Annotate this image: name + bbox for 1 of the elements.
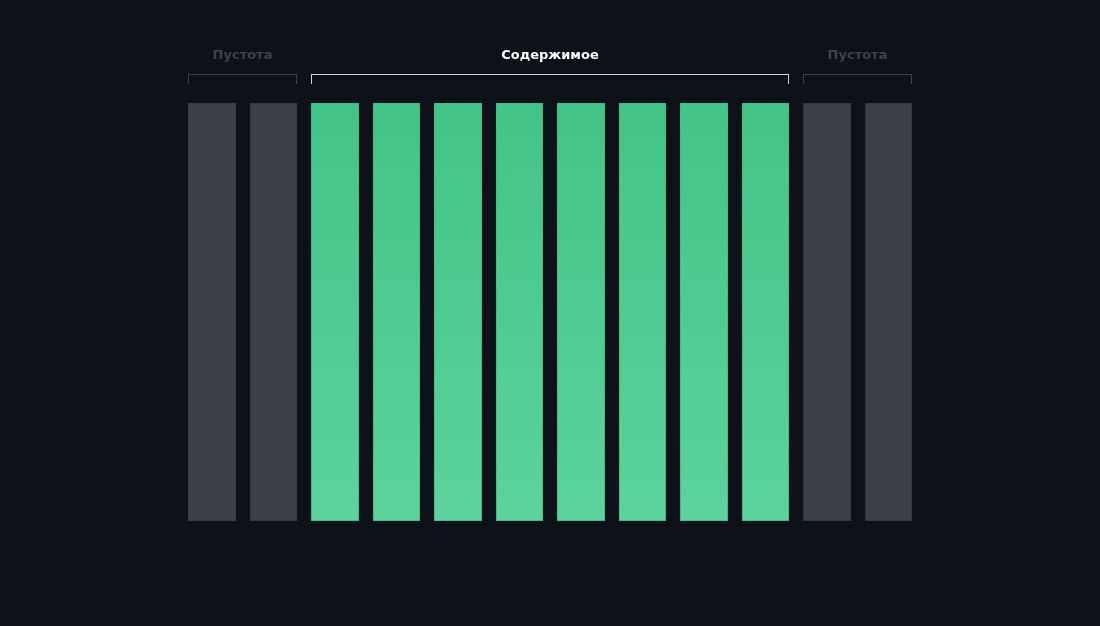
group-label: Содержимое: [501, 46, 599, 64]
